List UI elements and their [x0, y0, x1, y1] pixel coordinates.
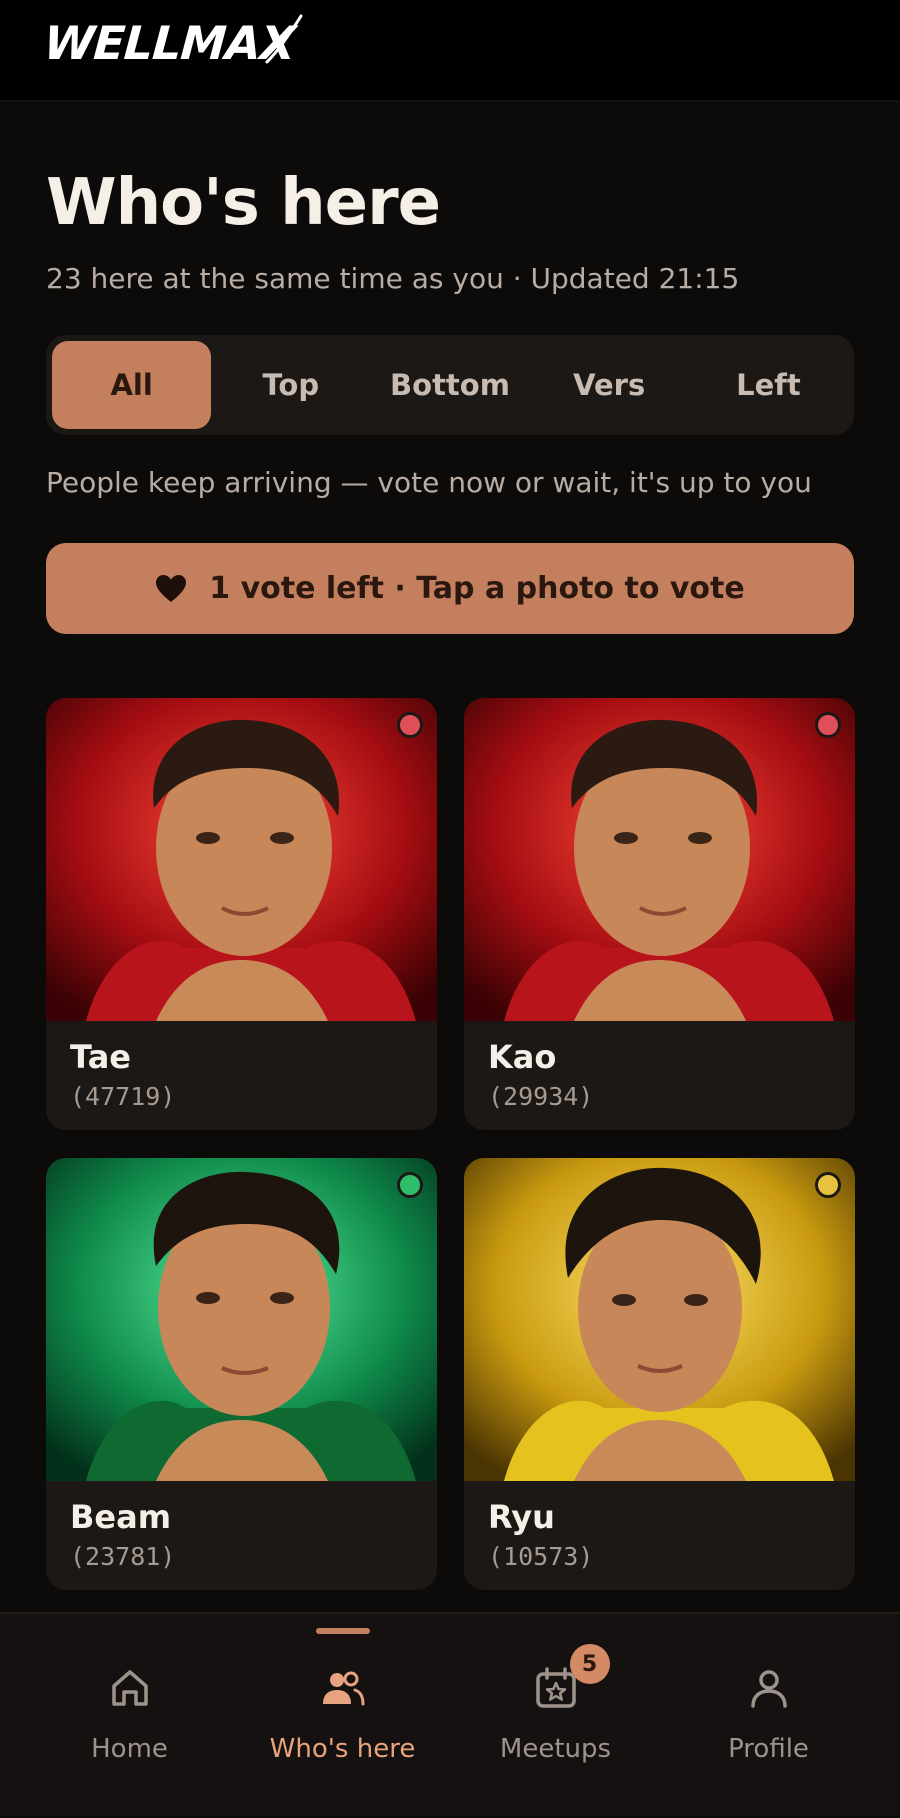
person-name: Tae: [70, 1038, 131, 1076]
bottom-navigation: Home Who's here 5 Meetups Profile: [0, 1612, 900, 1816]
vote-banner-label: 1 vote left · Tap a photo to vote: [209, 571, 745, 606]
portrait-image: [46, 698, 437, 1021]
active-tab-indicator: [315, 1628, 370, 1634]
home-icon: [111, 1670, 148, 1706]
user-icon: [750, 1670, 787, 1708]
online-status-dot: [397, 712, 423, 738]
person-name: Kao: [488, 1038, 557, 1076]
logo-text: WELLMAX: [42, 16, 297, 70]
nav-item-home[interactable]: Home: [17, 1614, 242, 1818]
online-status-dot: [815, 1172, 841, 1198]
person-card[interactable]: Ryu (10573): [464, 1158, 855, 1590]
nav-label: Profile: [728, 1734, 809, 1764]
tab-top[interactable]: Top: [211, 341, 370, 429]
online-status-dot: [397, 1172, 423, 1198]
portrait-image: [464, 698, 855, 1021]
nav-item-meetups[interactable]: 5 Meetups: [443, 1614, 668, 1818]
nav-label: Who's here: [269, 1734, 416, 1764]
heart-icon: [156, 574, 187, 602]
person-photo[interactable]: [464, 1158, 855, 1481]
tab-all[interactable]: All: [52, 341, 212, 429]
person-id: (23781): [70, 1542, 176, 1571]
tab-left[interactable]: Left: [689, 341, 848, 429]
person-name: Ryu: [488, 1498, 555, 1536]
person-photo[interactable]: [464, 698, 855, 1021]
online-status-dot: [815, 712, 841, 738]
people-icon: [322, 1671, 364, 1706]
tab-bottom[interactable]: Bottom: [370, 341, 529, 429]
person-card[interactable]: Beam (23781): [46, 1158, 437, 1590]
wellmax-logo[interactable]: WELLMAX: [42, 14, 305, 70]
page-title: Who's here: [46, 166, 441, 240]
person-id: (47719): [70, 1082, 176, 1111]
person-id: (29934): [488, 1082, 594, 1111]
arrival-hint: People keep arriving — vote now or wait,…: [46, 466, 812, 499]
meetups-badge: 5: [569, 1644, 610, 1684]
person-photo[interactable]: [46, 698, 437, 1021]
person-id: (10573): [488, 1542, 594, 1571]
tab-vers[interactable]: Vers: [530, 341, 689, 429]
position-filter-tabs: All Top Bottom Vers Left: [46, 335, 854, 435]
person-name: Beam: [70, 1498, 172, 1536]
person-card[interactable]: Kao (29934): [464, 698, 855, 1130]
app-header: WELLMAX: [0, 0, 900, 102]
nav-label: Home: [91, 1734, 168, 1764]
portrait-image: [46, 1158, 437, 1481]
nav-item-profile[interactable]: Profile: [656, 1614, 881, 1818]
page-subtitle: 23 here at the same time as you · Update…: [46, 262, 740, 295]
person-card[interactable]: Tae (47719): [46, 698, 437, 1130]
nav-label: Meetups: [499, 1734, 612, 1764]
vote-banner[interactable]: 1 vote left · Tap a photo to vote: [46, 543, 854, 634]
portrait-image: [464, 1158, 855, 1481]
nav-item-whos-here[interactable]: Who's here: [230, 1614, 455, 1818]
person-photo[interactable]: [46, 1158, 437, 1481]
